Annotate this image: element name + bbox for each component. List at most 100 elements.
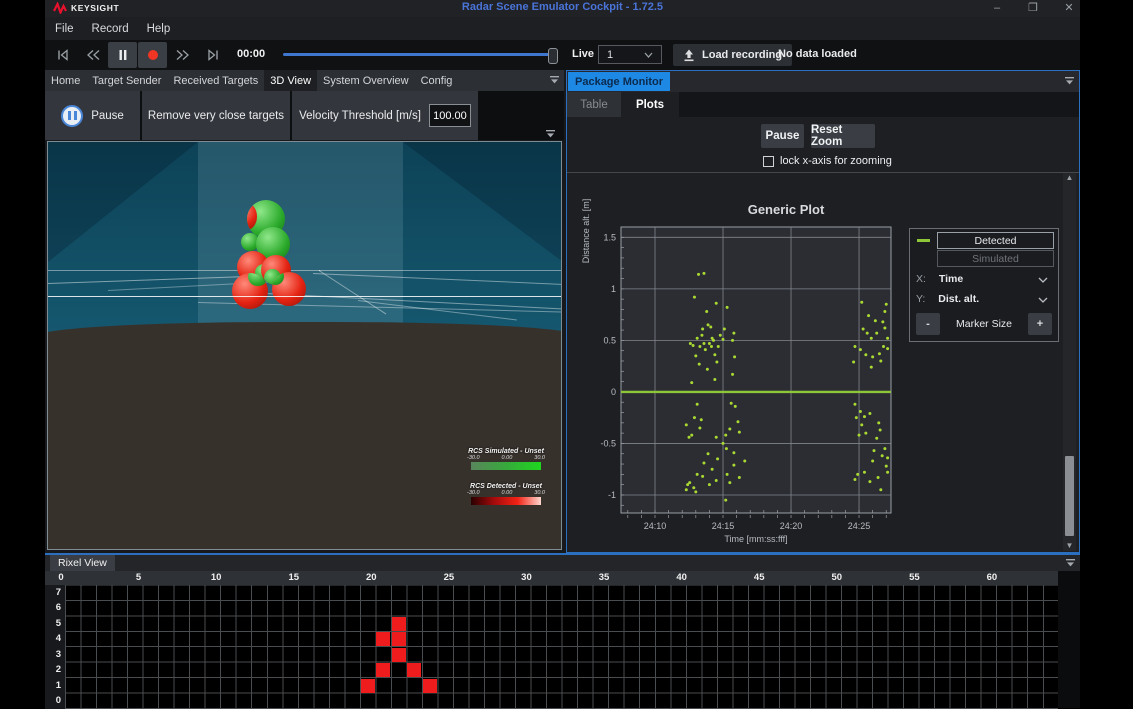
chevron-down-icon[interactable] [1038, 297, 1048, 303]
tab-received-targets[interactable]: Received Targets [167, 70, 264, 91]
rcs-detected-colorbar [471, 497, 541, 505]
rixel-view-title[interactable]: Rixel View [50, 555, 115, 571]
fast-forward-icon [174, 47, 192, 63]
rcs-sim-tick-max: 30.0 [534, 455, 545, 461]
load-recording-button[interactable]: Load recording [673, 44, 792, 66]
rixel-row-label: 7 [45, 587, 61, 598]
rixel-col-label: 0 [46, 572, 76, 583]
panel-menu-icon[interactable] [1066, 559, 1075, 568]
toolbar-menu-icon[interactable] [546, 130, 555, 139]
legend-detected-label: Detected [974, 235, 1016, 247]
menu-file[interactable]: File [55, 23, 74, 35]
y-prefix: Y: [916, 293, 925, 305]
rixel-active-cell[interactable] [392, 648, 406, 662]
rixel-row-label: 6 [45, 602, 61, 613]
chevron-down-icon[interactable] [1038, 277, 1048, 283]
rixel-active-cell[interactable] [376, 663, 390, 677]
marker-size-decrease-button[interactable]: - [916, 313, 940, 335]
skip-forward-button[interactable] [198, 42, 227, 68]
rixel-active-cell[interactable] [407, 663, 421, 677]
minus-label: - [926, 318, 930, 330]
plot-pause-button[interactable]: Pause [761, 124, 804, 148]
scroll-down-icon[interactable]: ▼ [1063, 541, 1076, 551]
rewind-button[interactable] [78, 42, 107, 68]
rixel-active-cell[interactable] [392, 617, 406, 631]
rixel-col-label: 40 [667, 572, 697, 583]
x-axis-select[interactable]: X: Time [916, 273, 963, 285]
rixel-col-label: 10 [201, 572, 231, 583]
window-close-button[interactable]: ✕ [1057, 0, 1081, 16]
scroll-up-icon[interactable]: ▲ [1063, 173, 1076, 183]
data-status: No data loaded [778, 48, 857, 60]
rixel-active-cell[interactable] [376, 632, 390, 646]
tab-home[interactable]: Home [45, 70, 86, 91]
x-prefix: X: [916, 273, 926, 285]
load-recording-label: Load recording [702, 49, 782, 61]
menu-help[interactable]: Help [147, 23, 171, 35]
reset-zoom-button[interactable]: Reset Zoom [811, 124, 875, 148]
rixel-active-cell[interactable] [392, 632, 406, 646]
tab-table[interactable]: Table [567, 92, 621, 117]
window-minimize-button[interactable]: – [985, 0, 1009, 16]
velocity-threshold-group: Velocity Threshold [m/s] [292, 91, 478, 140]
rixel-row-label: 0 [45, 695, 61, 706]
target-sphere [232, 273, 268, 309]
tab-config[interactable]: Config [415, 70, 459, 91]
tab-system-overview[interactable]: System Overview [317, 70, 415, 91]
title-bar: KEYSIGHT Radar Scene Emulator Cockpit - … [45, 0, 1080, 17]
svg-text:24:10: 24:10 [644, 521, 667, 531]
scene-wall [198, 142, 403, 349]
rixel-row-label: 5 [45, 618, 61, 629]
scene-wedge-left [48, 142, 198, 262]
record-icon [146, 48, 160, 62]
generic-plot-chart[interactable]: 1.510.50-0.5-124:1024:1524:2024:25Time [… [595, 225, 925, 547]
remove-close-targets-button[interactable]: Remove very close targets [142, 91, 290, 140]
playback-toolbar: 00:00 Live 1 Load recording No data load… [45, 40, 1080, 70]
rixel-grid[interactable] [65, 585, 1058, 709]
seek-slider-thumb[interactable] [548, 48, 558, 64]
scrollbar-thumb[interactable] [1065, 456, 1074, 536]
window-maximize-button[interactable]: ❐ [1021, 0, 1045, 16]
pause-icon [116, 47, 130, 63]
package-monitor-header: Package Monitor [567, 71, 1079, 92]
lock-x-axis-checkbox[interactable] [763, 156, 774, 167]
seek-slider[interactable] [283, 53, 554, 56]
menu-record[interactable]: Record [92, 23, 129, 35]
panel-menu-icon[interactable] [550, 76, 559, 85]
rixel-row-label: 1 [45, 680, 61, 691]
scene-wedge-right [403, 142, 562, 262]
skip-forward-icon [205, 47, 221, 63]
plot-scrollbar[interactable]: ▲ ▼ [1063, 173, 1076, 551]
remove-close-targets-label: Remove very close targets [148, 110, 284, 122]
rixel-col-label: 55 [899, 572, 929, 583]
velocity-threshold-input[interactable] [429, 104, 471, 127]
y-axis-value: Dist. alt. [938, 293, 979, 305]
fast-forward-button[interactable] [168, 42, 197, 68]
panel-menu-icon[interactable] [1065, 77, 1074, 86]
y-axis-select[interactable]: Y: Dist. alt. [916, 293, 979, 305]
target-sphere [272, 272, 306, 306]
svg-text:0: 0 [611, 387, 616, 397]
tab-3d-view[interactable]: 3D View [264, 70, 317, 91]
speed-dropdown[interactable]: 1 [598, 45, 662, 64]
3d-viewport[interactable]: RCS Simulated - Unset -30.0 0.00 30.0 RC… [47, 141, 562, 550]
svg-text:Time [mm:ss:fff]: Time [mm:ss:fff] [724, 534, 787, 544]
tab-target-sender[interactable]: Target Sender [86, 70, 167, 91]
plus-label: + [1037, 318, 1043, 330]
legend-simulated-label: Simulated [972, 253, 1019, 265]
package-monitor-title[interactable]: Package Monitor [568, 72, 670, 91]
left-panel: HomeTarget SenderReceived Targets3D View… [45, 70, 564, 553]
marker-size-increase-button[interactable]: + [1028, 313, 1052, 335]
rixel-active-cell[interactable] [423, 679, 437, 693]
lock-x-axis-row: lock x-axis for zooming [763, 155, 892, 167]
pause-button[interactable] [108, 42, 137, 68]
view3d-pause-button[interactable]: Pause [45, 91, 140, 140]
skip-back-button[interactable] [48, 42, 77, 68]
divider [567, 172, 1079, 173]
legend-detected-button[interactable]: Detected [937, 232, 1054, 249]
record-button[interactable] [138, 42, 167, 68]
rixel-active-cell[interactable] [361, 679, 375, 693]
rixel-col-label: 35 [589, 572, 619, 583]
tab-plots[interactable]: Plots [621, 92, 679, 117]
legend-simulated-button[interactable]: Simulated [937, 250, 1054, 267]
